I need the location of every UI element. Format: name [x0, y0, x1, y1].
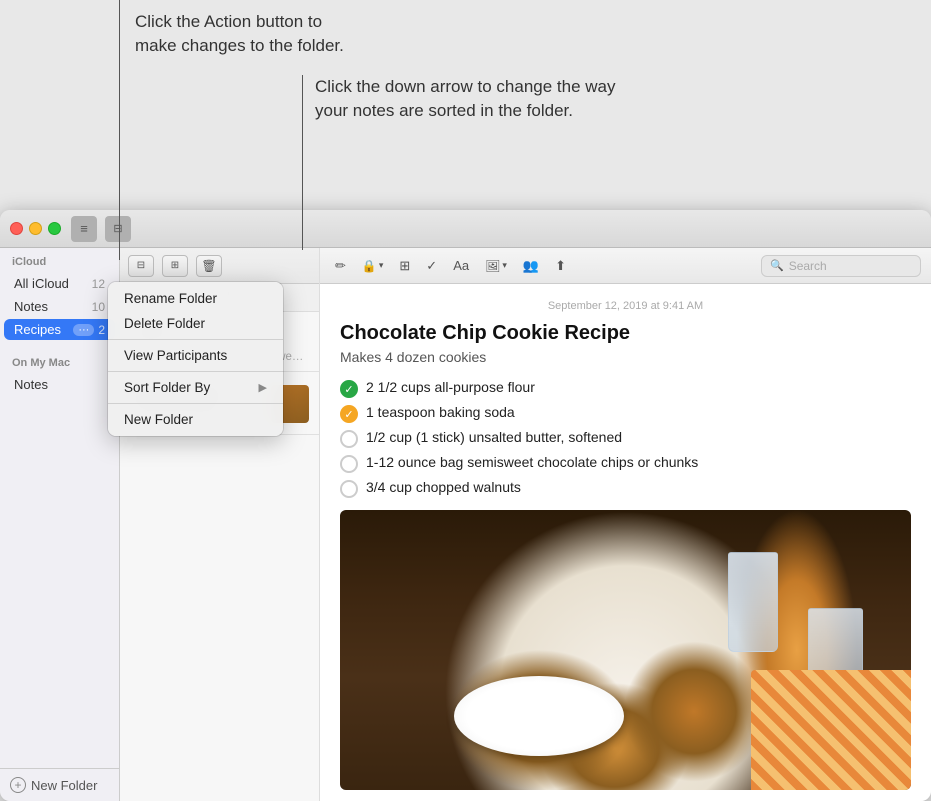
checkbox-4[interactable] — [340, 480, 358, 498]
close-button[interactable] — [10, 222, 23, 235]
checklist-item-3: 1-12 ounce bag semisweet chocolate chips… — [340, 454, 911, 473]
menu-item-rename[interactable]: Rename Folder — [108, 286, 283, 311]
view-participants-label: View Participants — [124, 348, 227, 363]
recipes-label: Recipes — [14, 322, 73, 337]
new-note-icon: ✏ — [335, 258, 346, 274]
sidebar-toggle-icon: ≡ — [80, 221, 88, 236]
menu-separator-2 — [108, 371, 283, 372]
checklist-item-2: 1/2 cup (1 stick) unsalted butter, softe… — [340, 429, 911, 448]
sidebar-bottom: + New Folder — [0, 768, 119, 801]
checkbox-1[interactable]: ✓ — [340, 405, 358, 423]
sidebar-item-recipes[interactable]: Recipes ··· 2 — [4, 319, 115, 340]
checklist-text-0: 2 1/2 cups all-purpose flour — [366, 379, 535, 395]
checkbox-2[interactable] — [340, 430, 358, 448]
note-editor: ✏ 🔒 ▾ ⊞ ✓ Aa 🖼 ▾ — [320, 248, 931, 801]
search-placeholder: Search — [789, 259, 827, 273]
menu-separator-3 — [108, 403, 283, 404]
columns-view-button[interactable]: ⊟ — [128, 255, 154, 277]
checklist-item-4: 3/4 cup chopped walnuts — [340, 479, 911, 498]
new-folder-button[interactable]: + New Folder — [10, 777, 109, 793]
traffic-lights — [10, 222, 61, 235]
recipes-count: 2 — [98, 323, 105, 337]
note-subtitle: Makes 4 dozen cookies — [340, 349, 911, 365]
table-icon: ⊞ — [399, 258, 410, 274]
sidebar-item-notes-local[interactable]: Notes — [4, 374, 115, 395]
menu-separator-1 — [108, 339, 283, 340]
share-icon: ⬆ — [555, 258, 566, 274]
all-icloud-count: 12 — [92, 277, 105, 291]
titlebar: ≡ ⊟ — [0, 210, 931, 248]
delete-note-button[interactable]: 🗑 — [196, 255, 222, 277]
sort-folder-label: Sort Folder By — [124, 380, 210, 395]
checkbox-0[interactable]: ✓ — [340, 380, 358, 398]
lock-dropdown-icon: ▾ — [379, 260, 384, 271]
menu-item-view-participants[interactable]: View Participants — [108, 343, 283, 368]
notes-icloud-count: 10 — [92, 300, 105, 314]
editor-toolbar: ✏ 🔒 ▾ ⊞ ✓ Aa 🖼 ▾ — [320, 248, 931, 284]
icloud-header: iCloud — [0, 248, 119, 272]
sidebar-toggle-button[interactable]: ≡ — [71, 216, 97, 242]
context-menu: Rename Folder Delete Folder View Partici… — [108, 282, 283, 436]
on-my-mac-header: On My Mac — [0, 349, 119, 373]
table-button[interactable]: ⊞ — [394, 256, 415, 276]
checklist-item-0: ✓ 2 1/2 cups all-purpose flour — [340, 379, 911, 398]
collab-icon: 👥 — [523, 258, 539, 274]
annotation-text-2: Click the down arrow to change the wayyo… — [315, 75, 616, 123]
search-box[interactable]: 🔍 Search — [761, 255, 921, 277]
note-list-toolbar: ⊟ ⊞ 🗑 — [120, 248, 319, 284]
recipes-action-dots[interactable]: ··· — [73, 324, 94, 336]
checklist-text-1: 1 teaspoon baking soda — [366, 404, 515, 420]
checklist-text-4: 3/4 cup chopped walnuts — [366, 479, 521, 495]
menu-item-sort-folder[interactable]: Sort Folder By ▶ — [108, 375, 283, 400]
notes-local-label: Notes — [14, 377, 105, 392]
checklist-icon: ✓ — [426, 258, 437, 274]
annotation-text-1: Click the Action button tomake changes t… — [135, 10, 344, 58]
menu-item-delete[interactable]: Delete Folder — [108, 311, 283, 336]
lock-icon: 🔒 — [362, 259, 377, 273]
new-folder-plus-icon: + — [10, 777, 26, 793]
note-date: September 12, 2019 at 9:41 AM — [340, 300, 911, 312]
collab-button[interactable]: 👥 — [518, 256, 544, 276]
media-button[interactable]: 🖼 ▾ — [480, 257, 512, 275]
media-dropdown-icon: ▾ — [502, 260, 507, 271]
rename-label: Rename Folder — [124, 291, 217, 306]
orange-cloth — [751, 670, 911, 790]
glass-left — [728, 552, 778, 652]
format-icon: Aa — [453, 258, 469, 273]
checkbox-3[interactable] — [340, 455, 358, 473]
checklist-text-2: 1/2 cup (1 stick) unsalted butter, softe… — [366, 429, 622, 445]
menu-item-new-folder[interactable]: New Folder — [108, 407, 283, 432]
annotation-area: Click the Action button tomake changes t… — [0, 0, 931, 210]
format-button[interactable]: Aa — [448, 256, 474, 275]
gallery-view-button[interactable]: ⊞ — [162, 255, 188, 277]
search-icon: 🔍 — [770, 259, 784, 272]
note-content: September 12, 2019 at 9:41 AM Chocolate … — [320, 284, 931, 801]
sidebar-item-notes-icloud[interactable]: Notes 10 — [4, 296, 115, 317]
checklist-text-3: 1-12 ounce bag semisweet chocolate chips… — [366, 454, 698, 470]
all-icloud-label: All iCloud — [14, 276, 92, 291]
columns-toggle-button[interactable]: ⊟ — [105, 216, 131, 242]
notes-icloud-label: Notes — [14, 299, 92, 314]
new-note-button[interactable]: ✏ — [330, 256, 351, 276]
cookie-plate — [454, 676, 624, 756]
sort-folder-arrow: ▶ — [259, 381, 267, 394]
lock-button[interactable]: 🔒 ▾ — [357, 257, 388, 275]
sidebar: iCloud All iCloud 12 Notes 10 Recipes ··… — [0, 248, 120, 801]
note-image — [340, 510, 911, 790]
media-icon: 🖼 — [485, 259, 500, 273]
checklist-item-1: ✓ 1 teaspoon baking soda — [340, 404, 911, 423]
sidebar-spacer — [0, 341, 119, 349]
minimize-button[interactable] — [29, 222, 42, 235]
new-folder-menu-label: New Folder — [124, 412, 193, 427]
checklist-button[interactable]: ✓ — [421, 256, 442, 276]
note-title[interactable]: Chocolate Chip Cookie Recipe — [340, 322, 911, 345]
delete-label: Delete Folder — [124, 316, 205, 331]
share-button[interactable]: ⬆ — [550, 256, 571, 276]
new-folder-label: New Folder — [31, 778, 97, 793]
maximize-button[interactable] — [48, 222, 61, 235]
sidebar-item-all-icloud[interactable]: All iCloud 12 — [4, 273, 115, 294]
